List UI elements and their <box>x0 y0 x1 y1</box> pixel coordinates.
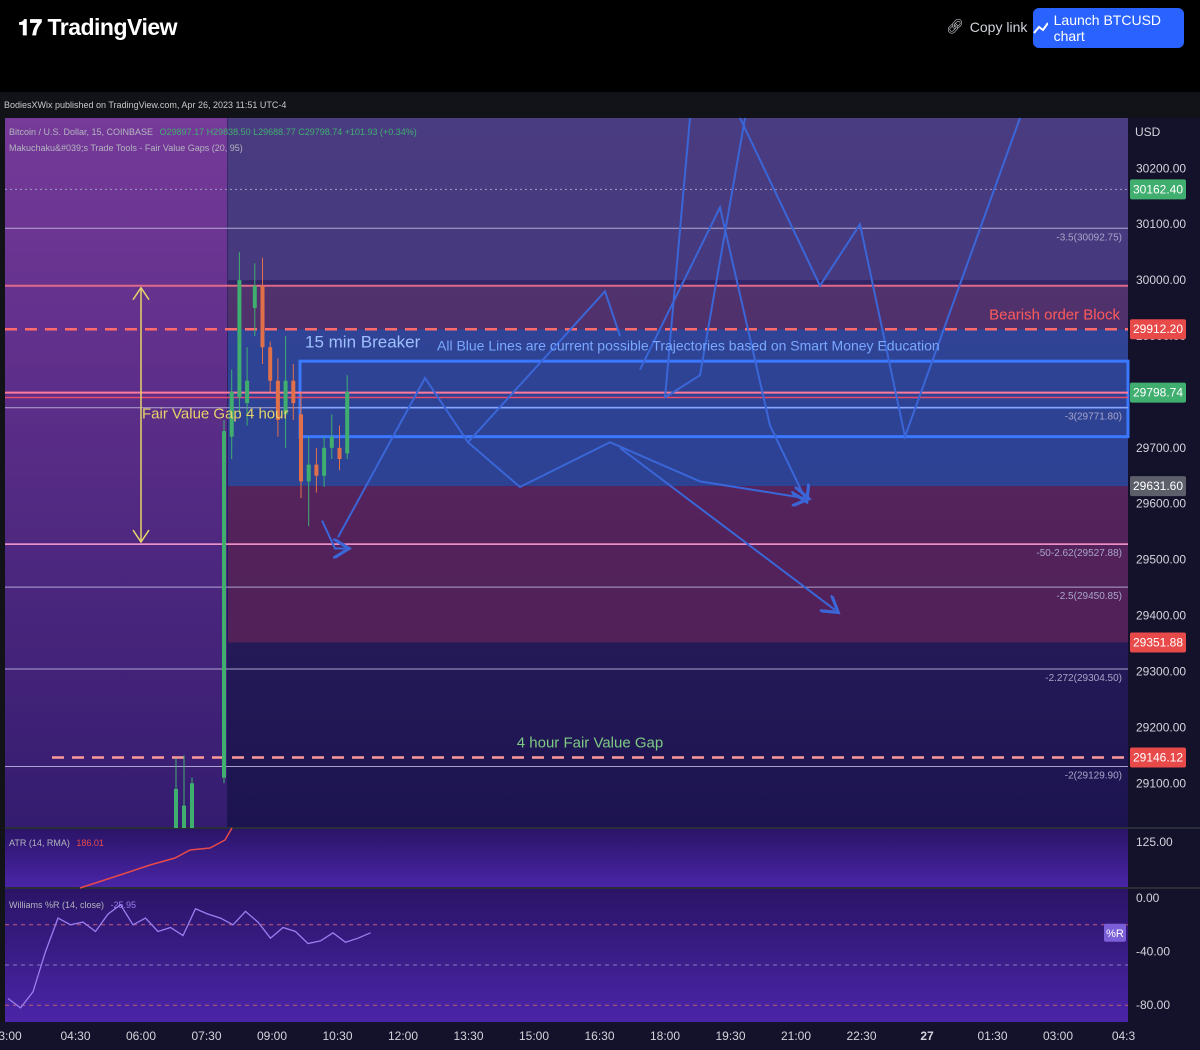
trajectories-note: All Blue Lines are current possible Traj… <box>437 337 940 353</box>
time-tick-label: 04:30 <box>60 1029 90 1043</box>
breaker-label: 15 min Breaker <box>305 332 421 351</box>
time-tick-label: 04:3 <box>1112 1029 1136 1043</box>
candle-body[interactable] <box>299 414 303 482</box>
tradingview-logo[interactable]: 𝟏𝟕 TradingView <box>18 14 178 41</box>
symbol-name: Bitcoin / U.S. Dollar, 15, COINBASE <box>9 127 154 137</box>
candle-body[interactable] <box>252 285 257 309</box>
fvg-4h-label: Fair Value Gap 4 hour <box>142 405 288 422</box>
fib-level-label: -2.272(29304.50) <box>1045 673 1122 684</box>
time-tick-label: 09:00 <box>257 1029 287 1043</box>
time-tick-label: 21:00 <box>781 1029 811 1043</box>
currency-label: USD <box>1135 125 1161 139</box>
time-tick-label: 06:00 <box>126 1029 156 1043</box>
bearish-order-block-label: Bearish order Block <box>989 306 1120 323</box>
time-tick-label: 10:30 <box>322 1029 352 1043</box>
candle-body[interactable] <box>182 805 186 828</box>
candle-body[interactable] <box>245 380 250 404</box>
williams-label: Williams %R (14, close) <box>9 900 105 910</box>
candle-body[interactable] <box>222 431 226 778</box>
symbol-legend: Bitcoin / U.S. Dollar, 15, COINBASE O298… <box>9 127 417 137</box>
candle-body[interactable] <box>314 464 319 476</box>
time-tick-label: 15:00 <box>519 1029 549 1043</box>
candle-body[interactable] <box>190 783 194 828</box>
price-marker-label: 29912.20 <box>1133 322 1183 336</box>
price-tick-label: 29400.00 <box>1136 609 1186 623</box>
launch-chart-button[interactable]: Launch BTCUSD chart <box>1033 8 1184 48</box>
price-marker-label: 30162.40 <box>1133 182 1183 196</box>
price-marker-label: 29351.88 <box>1133 635 1183 649</box>
fib-level-label: -2.5(29450.85) <box>1056 591 1122 602</box>
time-tick-label: 03:00 <box>1043 1029 1073 1043</box>
candle-body[interactable] <box>268 347 273 381</box>
price-marker-label: 29146.12 <box>1133 750 1183 764</box>
copy-link-label: Copy link <box>969 18 1028 35</box>
fib-level-label: -3.5(30092.75) <box>1056 232 1122 243</box>
price-tick-label: 30200.00 <box>1136 161 1186 175</box>
indicator-legend: Makuchaku&#039;s Trade Tools - Fair Valu… <box>9 143 243 153</box>
price-tick-label: 29700.00 <box>1136 441 1186 455</box>
price-tick-label: 30100.00 <box>1136 217 1186 231</box>
chart-canvas[interactable]: -3.5(30092.75) -3(29771.80) -50-2.62(29527… <box>0 0 1200 1050</box>
chart-line-icon <box>1033 22 1048 34</box>
williams-pane[interactable] <box>5 888 1128 1022</box>
left-highlight-zone <box>5 118 227 828</box>
link-icon: 🔗︎ <box>946 18 964 34</box>
williams-tick-label: -80.00 <box>1136 998 1170 1012</box>
time-tick-label: 22:30 <box>846 1029 876 1043</box>
time-tick-label: 13:30 <box>453 1029 483 1043</box>
time-tick-label: 07:30 <box>191 1029 221 1043</box>
price-tick-label: 29100.00 <box>1136 776 1186 790</box>
fib-level-label: -2(29129.90) <box>1065 771 1122 782</box>
candle-body[interactable] <box>174 788 178 828</box>
williams-tick-label: 0.00 <box>1136 891 1160 905</box>
fvg-4h-bottom-label: 4 hour Fair Value Gap <box>517 735 663 752</box>
time-tick-label: 19:30 <box>715 1029 745 1043</box>
price-marker-label: 29631.60 <box>1133 479 1183 493</box>
copy-link-button[interactable]: 🔗︎ Copy link <box>946 18 1027 35</box>
launch-chart-label: Launch BTCUSD chart <box>1053 12 1162 44</box>
time-tick-label: 01:30 <box>977 1029 1007 1043</box>
candle-body[interactable] <box>345 391 350 454</box>
price-tick-label: 29300.00 <box>1136 664 1186 678</box>
time-tick-label: 27 <box>920 1029 934 1043</box>
tradingview-logo-icon: 𝟏𝟕 <box>18 14 42 40</box>
lower-fvg-zone <box>228 486 1128 643</box>
time-tick-label: 3:00 <box>0 1029 22 1043</box>
time-tick-label: 12:00 <box>388 1029 418 1043</box>
price-tick-label: 29600.00 <box>1136 497 1186 511</box>
atr-tick-label: 125.00 <box>1136 835 1173 849</box>
time-tick-label: 16:30 <box>584 1029 614 1043</box>
candle-body[interactable] <box>329 436 334 448</box>
williams-tick-label: -40.00 <box>1136 945 1170 959</box>
price-axis[interactable] <box>1128 118 1200 1022</box>
logo-text: TradingView <box>47 14 178 40</box>
price-tick-label: 29500.00 <box>1136 553 1186 567</box>
time-tick-label: 18:00 <box>650 1029 680 1043</box>
publish-attribution: BodiesXWix published on TradingView.com,… <box>4 100 287 110</box>
candle-body[interactable] <box>337 447 342 460</box>
ohlc-values: O29897.17 H29838.50 L29688.77 C29798.74 … <box>159 127 417 137</box>
atr-value: 186.01 <box>76 838 104 848</box>
atr-legend: ATR (14, RMA) 186.01 <box>9 838 104 848</box>
williams-badge-label: %R <box>1106 928 1124 940</box>
williams-legend: Williams %R (14, close) -25.95 <box>9 900 136 910</box>
price-marker-label: 29798.74 <box>1133 386 1183 400</box>
atr-label: ATR (14, RMA) <box>9 838 70 848</box>
fib-level-label: -50-2.62(29527.88) <box>1036 548 1122 559</box>
candle-body[interactable] <box>306 464 311 482</box>
williams-value: -25.95 <box>110 900 137 910</box>
candle-body[interactable] <box>322 447 327 476</box>
fib-level-label: -3(29771.80) <box>1065 412 1122 423</box>
price-tick-label: 30000.00 <box>1136 273 1186 287</box>
candle-body[interactable] <box>237 280 242 398</box>
candle-body[interactable] <box>291 380 296 404</box>
candle-body[interactable] <box>260 285 265 348</box>
top-bar: 𝟏𝟕 TradingView 🔗︎ Copy link Launch BTCUS… <box>0 0 1200 90</box>
price-tick-label: 29200.00 <box>1136 720 1186 734</box>
